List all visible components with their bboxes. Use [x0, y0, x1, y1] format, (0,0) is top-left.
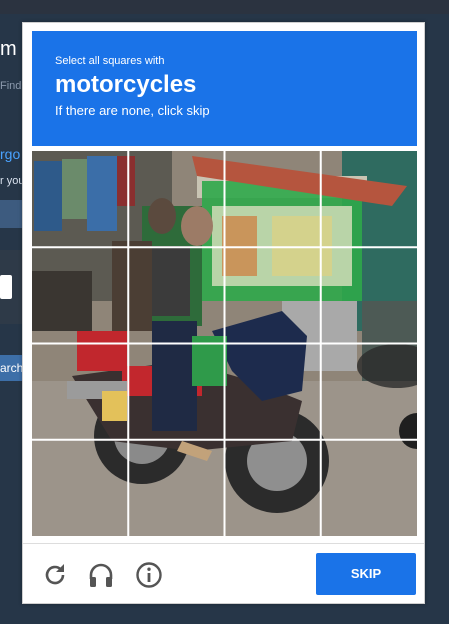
grid-tile-r3-c4[interactable] [321, 344, 417, 440]
grid-tile-r2-c1[interactable] [32, 247, 128, 343]
grid-tile-r3-c1[interactable] [32, 344, 128, 440]
captcha-image-grid [32, 151, 417, 536]
audio-headphones-icon[interactable] [87, 561, 115, 589]
grid-tile-r1-c3[interactable] [225, 151, 321, 247]
background-page-link[interactable]: rgo [0, 146, 20, 162]
skip-hint-text: If there are none, click skip [55, 103, 210, 118]
captcha-instruction-header: Select all squares with motorcycles If t… [32, 31, 417, 146]
instruction-text: Select all squares with [55, 55, 165, 67]
grid-tile-r4-c4[interactable] [321, 440, 417, 536]
grid-tile-r2-c3[interactable] [225, 247, 321, 343]
reload-icon[interactable] [41, 561, 69, 589]
background-page-subtitle: Find [0, 80, 22, 92]
background-page-text: r you [0, 175, 25, 187]
background-page-title: m [0, 38, 17, 60]
grid-tile-r3-c3[interactable] [225, 344, 321, 440]
grid-tile-r1-c4[interactable] [321, 151, 417, 247]
grid-tile-r2-c2[interactable] [128, 247, 224, 343]
grid-tile-r2-c4[interactable] [321, 247, 417, 343]
grid-tile-r4-c1[interactable] [32, 440, 128, 536]
skip-button[interactable]: SKIP [316, 553, 416, 595]
target-object-label: motorcycles [55, 71, 197, 98]
background-checkbox[interactable] [0, 275, 12, 299]
grid-tile-r1-c2[interactable] [128, 151, 224, 247]
grid-tile-r3-c2[interactable] [128, 344, 224, 440]
grid-tile-r4-c3[interactable] [225, 440, 321, 536]
grid-tile-r1-c1[interactable] [32, 151, 128, 247]
captcha-challenge-dialog: Select all squares with motorcycles If t… [22, 22, 425, 604]
info-icon[interactable] [135, 561, 163, 589]
background-top-bar [0, 0, 449, 14]
grid-tile-r4-c2[interactable] [128, 440, 224, 536]
footer-divider [23, 543, 424, 544]
background-input-field[interactable] [0, 200, 24, 228]
background-search-button[interactable]: arch [0, 355, 24, 381]
